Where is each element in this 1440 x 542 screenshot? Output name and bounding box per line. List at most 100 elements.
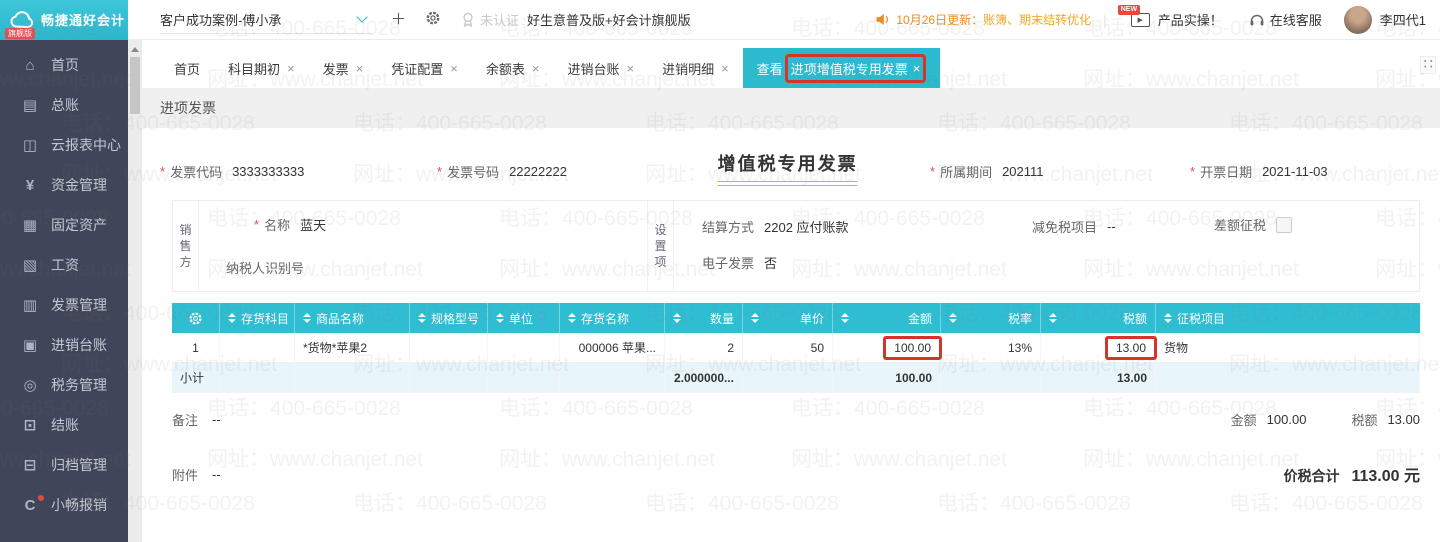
invoice-title-block: 增值税专用发票 <box>717 150 858 186</box>
exemption-value[interactable]: -- <box>1107 219 1116 234</box>
scroll-up-arrow-icon[interactable] <box>131 47 139 52</box>
tab-凭证配置[interactable]: 凭证配置 × <box>377 48 472 88</box>
sidebar-scrollbar[interactable] <box>128 40 142 542</box>
auth-status-group[interactable]: 未认证 好生意普及版+好会计旗舰版 <box>461 10 691 29</box>
tab-发票[interactable]: 发票 × <box>309 48 378 88</box>
scrollbar-thumb[interactable] <box>130 57 140 114</box>
tab-科目期初[interactable]: 科目期初 × <box>214 48 309 88</box>
cell-tax_amount: 13.00 <box>1041 333 1157 363</box>
tab-close-icon[interactable]: × <box>450 61 458 76</box>
sidebar-item-funds-management[interactable]: ¥ 资金管理 <box>0 165 128 205</box>
tab-close-icon[interactable]: × <box>287 61 295 76</box>
sidebar-item-purchase-sales-ledger[interactable]: ▣ 进销台账 <box>0 325 128 365</box>
column-header-spec[interactable]: 规格型号 <box>410 303 488 333</box>
tab-进销台账[interactable]: 进销台账 × <box>553 48 648 88</box>
funds-management-icon: ¥ <box>25 176 35 194</box>
tab-进销明细[interactable]: 进销明细 × <box>648 48 743 88</box>
seller-section-label: 销售方 <box>173 201 199 291</box>
product-demo-icon[interactable]: ▶ NEW <box>1117 4 1150 27</box>
sidebar-item-general-ledger[interactable]: ▤ 总账 <box>0 85 128 125</box>
user-name[interactable]: 李四代1 <box>1380 10 1426 29</box>
difftax-checkbox[interactable] <box>1276 216 1293 233</box>
sidebar-menu: ⌂ 首页 ▤ 总账 ◫ 云报表中心 ¥ 资金管理 ▦ 固定资产 ▧ 工资 ▥ 发… <box>0 40 128 542</box>
avatar[interactable] <box>1343 5 1372 34</box>
sidebar-item-tax-management[interactable]: ◎ 税务管理 <box>0 365 128 405</box>
sidebar-item-label: 进销台账 <box>51 337 107 353</box>
subtotal-price <box>743 363 833 393</box>
column-header-product_name[interactable]: 商品名称 <box>295 303 410 333</box>
tab-close-icon[interactable]: × <box>626 61 634 76</box>
settlement-value[interactable]: 2202 应付账款 <box>764 217 849 236</box>
product-demo-link[interactable]: 产品实操！ <box>1158 10 1223 29</box>
settlement-label: 结算方式 <box>702 220 755 235</box>
exemption-field: 减免税项目 -- <box>1032 217 1116 236</box>
sidebar-item-label: 固定资产 <box>51 217 107 233</box>
column-header-tax_amount[interactable]: 税额 <box>1041 303 1156 333</box>
tabbar-tabs: 首页 科目期初 × 发票 × 凭证配置 × 余额表 × 进销台账 × 进销明细 × 查看 进项增值税专用发票… <box>142 40 1440 88</box>
sidebar-item-label: 云报表中心 <box>51 137 121 153</box>
footer-amount-value: 100.00 <box>1266 412 1307 427</box>
cell-inv_name: 000006 苹果... <box>560 333 665 363</box>
grand-total-value: 113.00 元 <box>1351 468 1420 485</box>
tab-进项增值税专用发票[interactable]: 查看 进项增值税专用发票 × <box>742 48 941 88</box>
subtotal-inv_name <box>560 363 665 393</box>
invoice-date-field: * 开票日期 2021-11-03 <box>1190 162 1328 181</box>
period-value[interactable]: 202111 <box>1002 164 1043 179</box>
table-settings-gear-icon[interactable] <box>172 303 220 333</box>
required-asterisk: * <box>254 217 260 232</box>
seller-name-value[interactable]: 蓝天 <box>300 215 326 234</box>
remark-value[interactable]: -- <box>212 412 221 427</box>
invoice-date-value[interactable]: 2021-11-03 <box>1262 164 1328 179</box>
attachment-value[interactable]: -- <box>212 467 221 482</box>
tab-余额表[interactable]: 余额表 × <box>472 48 554 88</box>
invoice-number-value[interactable]: 22222222 <box>509 164 567 179</box>
account-selector[interactable]: 客户成功案例-傅小承 <box>160 6 372 34</box>
sidebar-item-partial-bottom[interactable]: ◌ <box>0 525 128 542</box>
column-header-amount[interactable]: 金额 <box>833 303 941 333</box>
sidebar-item-label: 工资 <box>51 257 79 273</box>
tab-首页[interactable]: 首页 <box>160 48 214 88</box>
tab-overflow-button[interactable]: ∷ <box>1420 56 1436 74</box>
column-header-tax_item[interactable]: 征税项目 <box>1156 303 1420 333</box>
tab-close-icon[interactable]: × <box>532 61 540 76</box>
settings-gear-icon[interactable] <box>425 10 441 29</box>
closing-icon: ⊡ <box>23 417 37 434</box>
subtotal-tax_rate <box>941 363 1041 393</box>
tab-close-icon[interactable]: × <box>913 61 921 76</box>
announcement-text[interactable]: 账簿、期末结转优化 <box>983 11 1091 28</box>
remark-field: 备注 -- <box>172 410 221 429</box>
column-header-unit[interactable]: 单位 <box>488 303 560 333</box>
tab-close-icon[interactable]: × <box>721 61 729 76</box>
column-header-inv_name[interactable]: 存货名称 <box>560 303 665 333</box>
sidebar-item-label: 资金管理 <box>51 177 107 193</box>
sidebar-item-invoice-management[interactable]: ▥ 发票管理 <box>0 285 128 325</box>
online-service-link[interactable]: 在线客服 <box>1249 10 1322 29</box>
sort-icon <box>496 313 504 323</box>
cell-amount: 100.00 <box>833 333 942 363</box>
column-header-inv_account[interactable]: 存货科目 <box>220 303 295 333</box>
sidebar-item-archive-management[interactable]: ⊟ 归档管理 <box>0 445 128 485</box>
column-header-tax_rate[interactable]: 税率 <box>941 303 1041 333</box>
subtotal-tax_item <box>1156 363 1420 393</box>
sidebar-item-label: 总账 <box>51 97 79 113</box>
sidebar-item-fixed-assets[interactable]: ▦ 固定资产 <box>0 205 128 245</box>
einvoice-value[interactable]: 否 <box>764 253 777 272</box>
tab-close-icon[interactable]: × <box>356 61 364 76</box>
seller-name-field: * 名称 蓝天 <box>254 215 326 234</box>
subtotal-qty: 2.000000... <box>665 363 743 393</box>
announcement-date[interactable]: 10月26日更新： <box>896 11 983 28</box>
video-tv-icon: ▶ <box>1130 12 1150 27</box>
column-header-qty[interactable]: 数量 <box>665 303 743 333</box>
sidebar-item-payroll[interactable]: ▧ 工资 <box>0 245 128 285</box>
add-account-button[interactable]: ＋ <box>391 12 406 27</box>
sidebar-item-label: 小畅报销 <box>51 497 107 513</box>
invoice-code-value[interactable]: 3333333333 <box>232 164 304 179</box>
column-header-price[interactable]: 单价 <box>743 303 833 333</box>
cell-row_no: 1 <box>172 333 220 363</box>
attachment-field: 附件 -- <box>172 465 221 484</box>
sidebar-item-cloud-report-center[interactable]: ◫ 云报表中心 <box>0 125 128 165</box>
sidebar-item-closing[interactable]: ⊡ 结账 <box>0 405 128 445</box>
sidebar-item-xiaochang-reimburse[interactable]: C 小畅报销 <box>0 485 128 525</box>
sidebar-item-home[interactable]: ⌂ 首页 <box>0 45 128 85</box>
invoice-content: * 发票代码 3333333333 * 发票号码 22222222 增值税专用发… <box>142 128 1440 486</box>
